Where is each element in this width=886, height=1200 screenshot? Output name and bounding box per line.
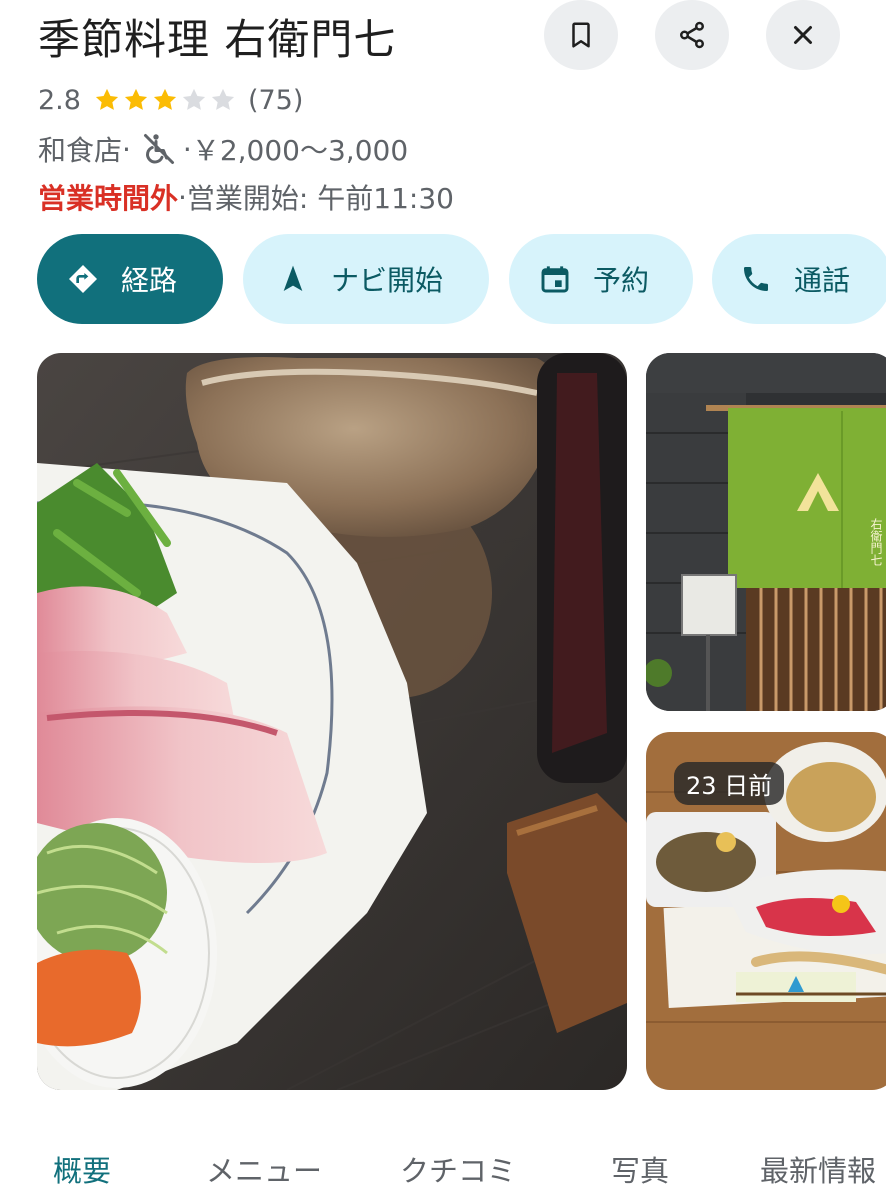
hours-row[interactable]: 営業時間外 · 営業開始: 午前11:30 [38,176,454,218]
navigation-icon [283,265,303,291]
separator: · [182,132,192,166]
reserve-button[interactable]: 予約 [509,234,693,324]
star-empty-icon [182,88,206,110]
photo-age-badge: 23 日前 [674,762,785,805]
tab-menu[interactable]: メニュー [206,1148,322,1190]
info-row: 和食店 · · ￥2,000〜3,000 [38,128,408,170]
star-filled-icon [153,88,177,110]
close-button[interactable] [766,0,840,70]
call-label: 通話 [794,264,851,297]
reserve-label: 予約 [593,264,650,297]
photo-image [37,353,627,1090]
rating-value: 2.8 [38,84,81,116]
bookmark-icon [572,22,590,48]
separator: · [178,180,187,214]
directions-label: 経路 [121,264,178,297]
tab-photos[interactable]: 写真 [611,1148,669,1190]
noren-text: 右衛門七 [869,518,883,566]
category-label: 和食店 [38,134,123,167]
close-icon [794,26,812,44]
directions-icon [69,265,97,293]
directions-button[interactable]: 経路 [37,234,223,324]
rating-row[interactable]: 2.8 (75) [38,80,303,120]
place-title: 季節料理 右衛門七 [38,15,397,64]
sashimi-plate-photo[interactable] [37,353,627,1090]
tab-bar: 概要 メニュー クチコミ 写真 最新情報 [0,1138,886,1200]
phone-icon [744,267,768,291]
start-navigation-button[interactable]: ナビ開始 [243,234,489,324]
photo-image [646,353,886,711]
price-range: ￥2,000〜3,000 [191,134,409,167]
tab-overview[interactable]: 概要 [53,1148,111,1190]
start-navigation-label: ナビ開始 [331,264,444,297]
share-button[interactable] [655,0,729,70]
star-filled-icon [124,88,148,110]
star-filled-icon [95,88,119,110]
save-button[interactable] [544,0,618,70]
storefront-noren-photo[interactable]: 右衛門七 [646,353,886,711]
no-wheelchair-icon [143,134,174,164]
separator: · [122,132,131,166]
star-empty-icon [211,88,235,110]
star-rating [93,86,238,114]
set-meal-photo[interactable]: 23 日前 [646,732,886,1090]
open-status: 営業時間外 [38,182,179,215]
share-icon [680,21,704,49]
tab-reviews[interactable]: クチコミ [400,1148,516,1190]
call-button[interactable]: 通話 [712,234,886,324]
tab-updates[interactable]: 最新情報 [760,1148,876,1190]
review-count: (75) [247,84,304,116]
calendar-icon [541,266,569,293]
opening-time: 営業開始: 午前11:30 [186,182,454,215]
